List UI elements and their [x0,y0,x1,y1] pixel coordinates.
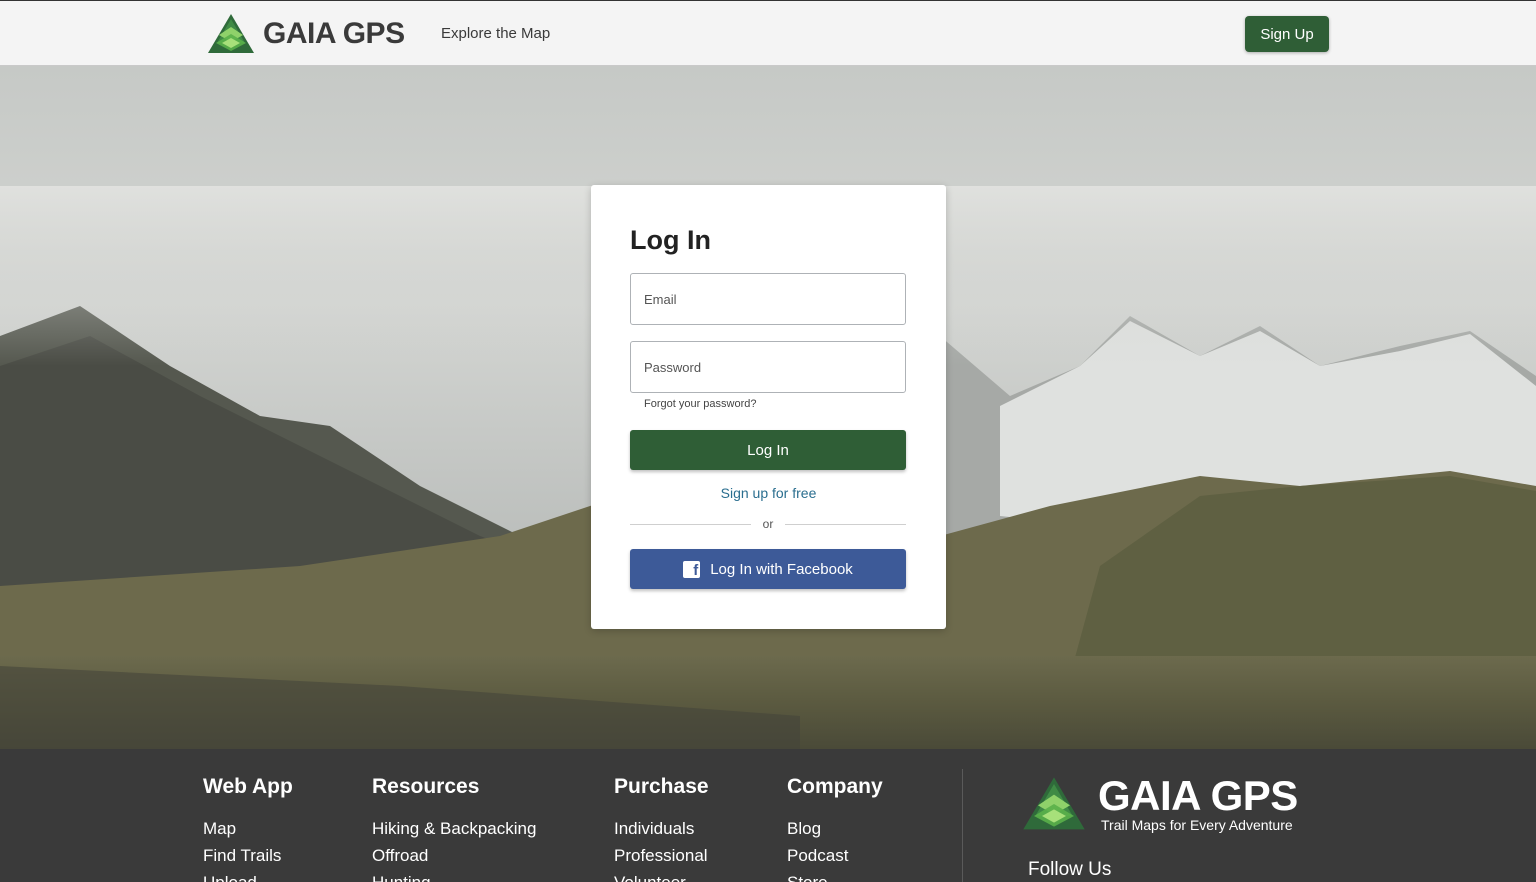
facebook-login-button[interactable]: f Log In with Facebook [630,549,906,589]
sign-up-button[interactable]: Sign Up [1245,16,1329,52]
login-card: Log In Forgot your password? Log In Sign… [591,185,946,629]
facebook-login-label: Log In with Facebook [710,560,853,578]
login-title: Log In [630,225,711,255]
footer-link-map[interactable]: Map [203,815,293,842]
footer-link-blog[interactable]: Blog [787,815,883,842]
gaia-gps-logo[interactable]: GAIA GPS [207,13,405,55]
footer-brand-text: GAIA GPS Trail Maps for Every Adventure [1098,772,1298,834]
footer-brand[interactable]: GAIA GPS Trail Maps for Every Adventure [1022,775,1298,833]
forgot-password-link[interactable]: Forgot your password? [644,398,757,410]
footer-link-professional[interactable]: Professional [614,842,709,869]
footer-link-volunteer[interactable]: Volunteer [614,869,709,882]
log-in-button[interactable]: Log In [630,430,906,470]
logo-text: GAIA GPS [263,17,405,50]
footer-col-title: Resources [372,775,480,798]
footer-link-hunting[interactable]: Hunting [372,869,536,882]
footer-col-resources: Resources Hiking & Backpacking Offroad H… [372,775,536,882]
footer-col-title: Company [787,775,883,798]
footer-link-store[interactable]: Store [787,869,883,882]
footer-link-hiking[interactable]: Hiking & Backpacking [372,815,536,842]
divider-left [630,524,751,525]
follow-us-heading: Follow Us [1028,859,1112,880]
footer-col-company: Company Blog Podcast Store [787,775,883,882]
top-navbar: GAIA GPS Explore the Map Sign Up [0,0,1536,66]
footer-link-find-trails[interactable]: Find Trails [203,842,293,869]
footer-tagline: Trail Maps for Every Adventure [1101,817,1293,833]
facebook-icon: f [683,560,701,578]
footer: Web App Map Find Trails Upload Resources… [0,749,1536,882]
footer-separator [962,769,963,882]
footer-col-title: Purchase [614,775,709,798]
password-field[interactable] [630,341,906,393]
divider-right [785,524,906,525]
sign-up-free-link[interactable]: Sign up for free [591,485,946,501]
gaia-mountain-logo-icon [1023,777,1085,830]
or-separator: or [762,517,774,531]
email-field[interactable] [630,273,906,325]
footer-col-web-app: Web App Map Find Trails Upload [203,775,293,882]
footer-brand-name: GAIA GPS [1098,772,1298,819]
footer-col-purchase: Purchase Individuals Professional Volunt… [614,775,709,882]
footer-link-offroad[interactable]: Offroad [372,842,536,869]
gaia-mountain-logo-icon [208,14,254,53]
footer-link-individuals[interactable]: Individuals [614,815,709,842]
explore-map-link[interactable]: Explore the Map [441,25,550,42]
footer-col-title: Web App [203,775,293,798]
footer-link-upload[interactable]: Upload [203,869,293,882]
footer-link-podcast[interactable]: Podcast [787,842,883,869]
